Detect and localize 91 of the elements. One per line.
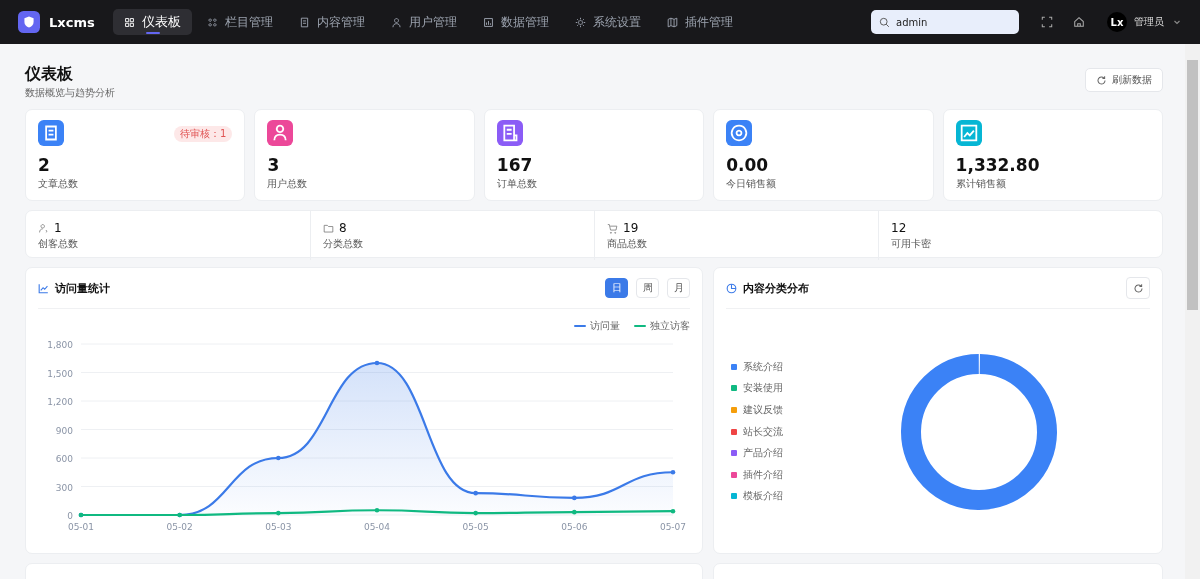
nav-tab[interactable]: 内容管理 bbox=[287, 9, 376, 35]
y-tick-label: 900 bbox=[55, 425, 73, 436]
count-value: 19 bbox=[623, 221, 639, 235]
document-icon bbox=[298, 16, 310, 28]
y-tick-label: 600 bbox=[55, 454, 73, 464]
count-label: 可用卡密 bbox=[891, 237, 932, 251]
nav-tab[interactable]: 仪表板 bbox=[112, 9, 192, 35]
folder-icon bbox=[323, 222, 334, 234]
data-point bbox=[572, 509, 577, 515]
page-title: 仪表板 bbox=[25, 64, 74, 85]
fullscreen-icon[interactable] bbox=[1041, 16, 1053, 28]
stat-label: 累计销售额 bbox=[955, 177, 1007, 191]
y-tick-label: 1,800 bbox=[47, 340, 73, 350]
data-point bbox=[473, 490, 478, 496]
map-icon bbox=[666, 16, 678, 28]
legend-item[interactable]: 独立访客 bbox=[634, 319, 690, 333]
legend-label[interactable]: 产品介绍 bbox=[743, 446, 783, 461]
home-icon[interactable] bbox=[1073, 16, 1085, 28]
data-point bbox=[572, 495, 577, 501]
user-icon bbox=[390, 16, 402, 28]
x-tick-label: 05-03 bbox=[265, 522, 292, 532]
x-tick-label: 05-01 bbox=[67, 522, 95, 532]
circles-icon bbox=[206, 16, 218, 28]
data-point bbox=[473, 510, 478, 516]
x-tick-label: 05-04 bbox=[363, 522, 391, 532]
legend-label[interactable]: 系统介绍 bbox=[743, 359, 783, 374]
nav-tab[interactable]: 用户管理 bbox=[379, 9, 468, 35]
user-name[interactable]: 管理员 bbox=[1134, 15, 1164, 29]
legend-label[interactable]: 安装使用 bbox=[743, 381, 783, 396]
nav-tab[interactable]: 栏目管理 bbox=[195, 9, 284, 35]
search-icon bbox=[879, 17, 890, 28]
page-subtitle: 数据概览与趋势分析 bbox=[25, 86, 115, 100]
card-title: 内容分类分布 bbox=[743, 280, 809, 296]
legend-item[interactable]: 访问量 bbox=[574, 319, 620, 333]
nav-tab[interactable]: 插件管理 bbox=[655, 9, 744, 35]
cart-icon bbox=[607, 222, 618, 234]
legend-label[interactable]: 建议反馈 bbox=[743, 402, 783, 417]
y-tick-label: 0 bbox=[67, 511, 73, 521]
data-point bbox=[276, 455, 281, 461]
refresh-button[interactable] bbox=[1126, 277, 1150, 299]
nav-tab[interactable]: 系统设置 bbox=[563, 9, 652, 35]
app-name: Lxcms bbox=[49, 14, 95, 30]
refresh-icon bbox=[1096, 74, 1107, 86]
count-value: 8 bbox=[339, 221, 347, 235]
card-title: 访问量统计 bbox=[55, 280, 110, 296]
search-field[interactable]: admin bbox=[871, 10, 1019, 34]
count-label: 分类总数 bbox=[323, 237, 364, 251]
period-tab[interactable]: 日 bbox=[605, 278, 628, 298]
stat-value: 1,332.80 bbox=[955, 155, 1041, 175]
legend-label[interactable]: 模板介绍 bbox=[743, 489, 783, 504]
count-value: 1 bbox=[54, 221, 62, 235]
y-tick-label: 300 bbox=[55, 482, 73, 493]
pending-badge: 待审核：1 bbox=[174, 126, 233, 142]
data-point bbox=[374, 507, 380, 513]
stat-value: 3 bbox=[267, 155, 281, 175]
scrollbar[interactable] bbox=[1185, 44, 1200, 579]
stat-value: 2 bbox=[38, 155, 51, 175]
avatar[interactable]: Lx bbox=[1107, 12, 1127, 32]
x-tick-label: 05-05 bbox=[462, 522, 489, 532]
shield-logo-icon bbox=[18, 11, 40, 33]
pie-chart-icon bbox=[726, 282, 737, 294]
stat-label: 今日销售额 bbox=[726, 177, 778, 191]
count-value: 12 bbox=[891, 221, 907, 235]
data-point bbox=[670, 469, 676, 475]
y-tick-label: 1,200 bbox=[47, 397, 73, 407]
user-icon bbox=[38, 222, 49, 234]
period-tab[interactable]: 周 bbox=[636, 278, 659, 298]
line-chart-icon bbox=[38, 282, 49, 294]
data-point bbox=[276, 510, 281, 516]
x-tick-label: 05-07 bbox=[659, 522, 687, 532]
stat-label: 订单总数 bbox=[496, 177, 538, 191]
nav-tab[interactable]: 数据管理 bbox=[471, 9, 560, 35]
gear-icon bbox=[574, 16, 586, 28]
stat-value: 167 bbox=[496, 155, 534, 175]
legend-label[interactable]: 插件介绍 bbox=[743, 467, 783, 482]
grid-icon bbox=[123, 16, 135, 28]
x-tick-label: 05-06 bbox=[561, 522, 588, 532]
data-point bbox=[374, 360, 380, 366]
chart-icon bbox=[482, 16, 494, 28]
data-point bbox=[670, 508, 676, 514]
count-label: 创客总数 bbox=[38, 237, 79, 251]
refresh-button[interactable]: 刷新数据 bbox=[1085, 68, 1163, 92]
stat-label: 用户总数 bbox=[267, 177, 309, 191]
period-tab[interactable]: 月 bbox=[667, 278, 690, 298]
x-tick-label: 05-02 bbox=[166, 522, 193, 532]
stat-value: 0.00 bbox=[726, 155, 770, 175]
count-label: 商品总数 bbox=[607, 237, 648, 251]
legend-label[interactable]: 站长交流 bbox=[743, 424, 783, 439]
stat-label: 文章总数 bbox=[38, 177, 79, 191]
y-tick-label: 1,500 bbox=[47, 368, 73, 379]
refresh-icon bbox=[1132, 282, 1144, 294]
